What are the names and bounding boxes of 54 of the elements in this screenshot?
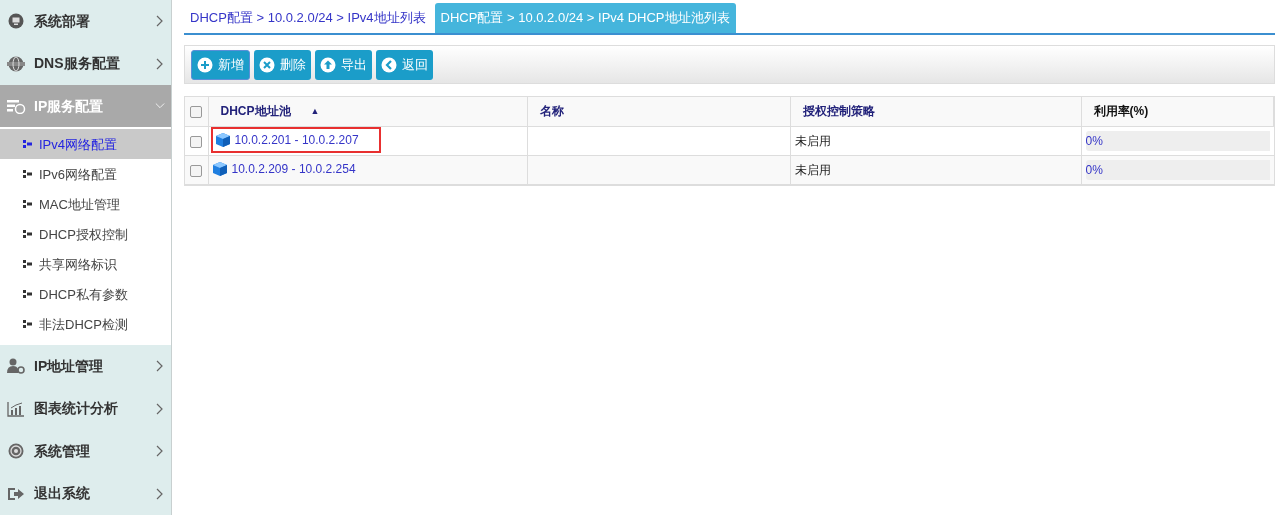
nav-item[interactable]: 图表统计分析 [0, 387, 171, 431]
nav-item[interactable]: IP地址管理 [0, 345, 171, 388]
exit-icon [6, 485, 26, 502]
submenu-item[interactable]: DHCP授权控制 [0, 219, 171, 250]
chevron-down-icon [155, 102, 165, 111]
chevron-right-icon [155, 15, 165, 28]
pool-link[interactable]: 10.0.2.209 - 10.0.2.254 [231, 159, 356, 178]
chevron-right-icon [155, 487, 165, 500]
column-header[interactable]: 名称 [539, 102, 564, 121]
submenu-item[interactable]: IPv4网络配置 [0, 129, 171, 160]
pool-link[interactable]: 10.0.2.201 - 10.0.2.207 [234, 130, 359, 149]
table-cell: 未启用 [794, 162, 831, 177]
checkbox[interactable] [190, 165, 203, 178]
chevron-right-icon [155, 360, 165, 373]
chevron-right-icon [155, 402, 165, 415]
ip-service-icon [6, 98, 26, 115]
cube-icon [211, 160, 228, 177]
bullet-icon [23, 140, 33, 149]
submenu-item[interactable]: 共享网络标识 [0, 249, 171, 280]
back-icon [381, 56, 397, 73]
close-icon [259, 56, 275, 73]
chevron-right-icon [155, 445, 165, 458]
bullet-icon [23, 230, 33, 239]
bullet-icon [23, 200, 33, 209]
plus-icon [197, 56, 213, 73]
column-header[interactable]: DHCP地址池 [220, 102, 291, 121]
column-header[interactable]: 利用率(%) [1093, 102, 1149, 121]
tab[interactable]: DHCP配置 > 10.0.2.0/24 > IPv4地址列表 [184, 3, 432, 33]
bullet-icon [23, 320, 33, 329]
nav-item[interactable]: 系统部署 [0, 0, 171, 43]
chart-icon [6, 400, 26, 417]
bullet-icon [23, 260, 33, 269]
submenu-item[interactable]: IPv6网络配置 [0, 159, 171, 190]
system-icon [6, 13, 26, 30]
nav-item[interactable]: 退出系统 [0, 472, 171, 515]
submenu-item[interactable]: 非法DHCP检测 [0, 309, 171, 340]
sort-indicator[interactable]: ▲ [310, 104, 320, 118]
gear-icon [6, 443, 26, 460]
cube-icon [214, 131, 231, 148]
bullet-icon [23, 290, 33, 299]
nav-item[interactable]: 系统管理 [0, 430, 171, 473]
table-cell: 未启用 [794, 133, 831, 148]
user-gear-icon [6, 358, 26, 375]
usage-label: 0% [1085, 132, 1103, 150]
usage-label: 0% [1085, 161, 1103, 179]
submenu-item[interactable]: DHCP私有参数 [0, 279, 171, 310]
globe-icon [6, 55, 26, 72]
chevron-right-icon [155, 57, 165, 70]
checkbox[interactable] [190, 136, 203, 149]
nav-item[interactable]: DNS服务配置 [0, 42, 171, 85]
submenu-item[interactable]: MAC地址管理 [0, 189, 171, 220]
bullet-icon [23, 170, 33, 179]
column-header[interactable]: 授权控制策略 [802, 102, 875, 121]
checkbox[interactable] [190, 106, 203, 119]
